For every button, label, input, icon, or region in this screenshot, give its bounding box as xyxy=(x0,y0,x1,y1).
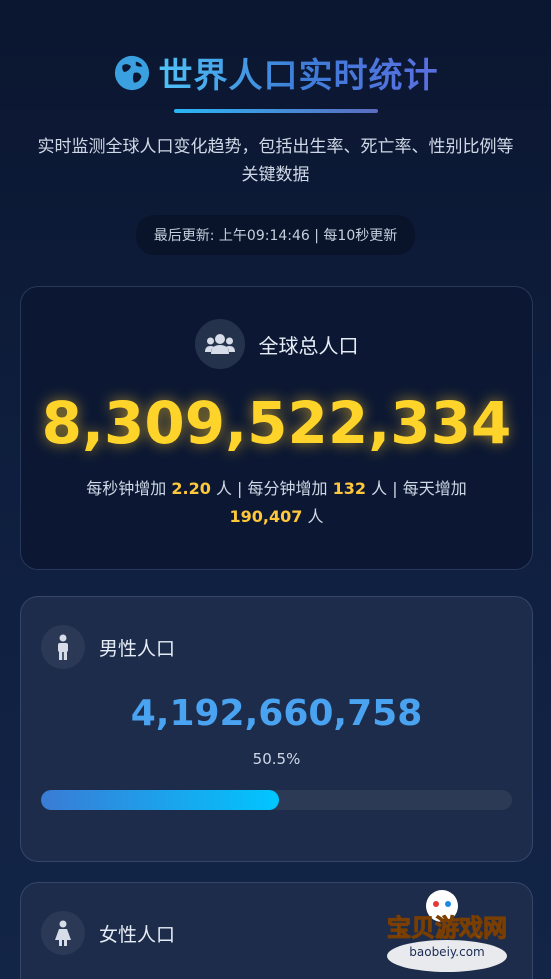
total-label: 全球总人口 xyxy=(258,333,359,358)
globe-icon xyxy=(114,55,149,90)
users-icon xyxy=(194,319,245,369)
total-population-card: 全球总人口 8,309,522,334 每秒钟增加 2.20 人 | 每分钟增加… xyxy=(20,286,533,570)
rate-day-prefix: 人 | 每天增加 xyxy=(371,479,467,498)
page-title: 世界人口实时统计 xyxy=(159,48,439,97)
male-progress-fill xyxy=(41,790,279,810)
page-subtitle: 实时监测全球人口变化趋势，包括出生率、死亡率、性别比例等关键数据 xyxy=(37,137,514,185)
female-icon xyxy=(41,911,85,955)
male-population-value: 4,192,660,758 xyxy=(130,693,423,734)
rate-per-minute: 132 xyxy=(332,479,367,498)
watermark-logo: 宝贝游戏网 baobeiy.com xyxy=(387,890,508,972)
title-row: 世界人口实时统计 xyxy=(0,48,551,97)
title-underline xyxy=(173,109,378,113)
total-population-value: 8,309,522,334 xyxy=(41,389,512,457)
header: 世界人口实时统计 实时监测全球人口变化趋势，包括出生率、死亡率、性别比例等关键数… xyxy=(0,0,551,255)
male-icon xyxy=(41,625,85,669)
male-header: 男性人口 xyxy=(41,625,532,669)
last-update-badge: 最后更新: 上午09:14:46 | 每10秒更新 xyxy=(135,215,416,255)
total-header: 全球总人口 xyxy=(21,319,532,369)
male-label: 男性人口 xyxy=(99,637,176,660)
male-percent: 50.5% xyxy=(252,750,301,768)
rate-sec-prefix: 每秒钟增加 xyxy=(86,479,167,498)
rate-per-day: 190,407 xyxy=(229,507,303,526)
male-population-card: 男性人口 4,192,660,758 50.5% xyxy=(20,596,533,862)
rate-day-unit: 人 xyxy=(307,507,324,526)
growth-rates: 每秒钟增加 2.20 人 | 每分钟增加 132 人 | 每天增加 190,40… xyxy=(57,475,497,531)
rate-per-second: 2.20 xyxy=(171,479,211,498)
rate-min-prefix: 人 | 每分钟增加 xyxy=(215,479,328,498)
watermark-url: baobeiy.com xyxy=(409,945,484,959)
female-label: 女性人口 xyxy=(99,923,176,946)
male-progress-track xyxy=(41,790,512,810)
watermark-text: 宝贝游戏网 xyxy=(387,914,507,942)
